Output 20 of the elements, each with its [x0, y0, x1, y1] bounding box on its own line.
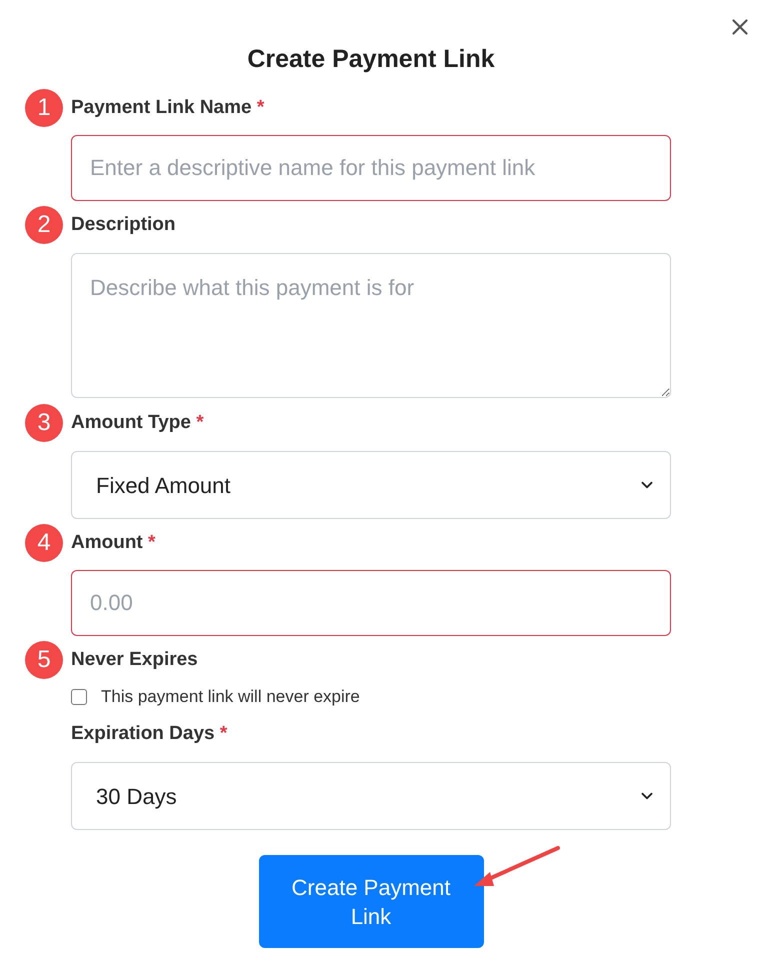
- field-label: Description: [71, 212, 176, 237]
- text-field[interactable]: Enter a descriptive name for this payment link: [71, 135, 671, 201]
- step-number: 3: [25, 404, 63, 442]
- field-label: Payment Link Name *: [71, 96, 264, 120]
- dropdown-field[interactable]: 30 Days: [71, 762, 671, 830]
- step-number: 4: [25, 524, 63, 562]
- step-number: 5: [25, 641, 63, 679]
- dropdown-field[interactable]: Fixed Amount: [71, 451, 671, 519]
- field-label: Amount *: [71, 530, 156, 555]
- dialog-title: Create Payment Link: [246, 44, 496, 75]
- create-button[interactable]: Create Payment Link: [258, 855, 484, 948]
- field-label: Never Expires: [71, 648, 198, 672]
- checkbox-label: This payment link will never expire: [101, 686, 360, 708]
- checkbox[interactable]: [71, 689, 87, 705]
- field-label: Amount Type *: [71, 410, 204, 435]
- step-number: 1: [25, 89, 63, 127]
- text-field[interactable]: 0.00: [71, 570, 671, 636]
- step-number: 2: [25, 206, 63, 244]
- description-field[interactable]: Describe what this payment is for: [71, 253, 671, 398]
- field-label: Expiration Days *: [71, 722, 228, 746]
